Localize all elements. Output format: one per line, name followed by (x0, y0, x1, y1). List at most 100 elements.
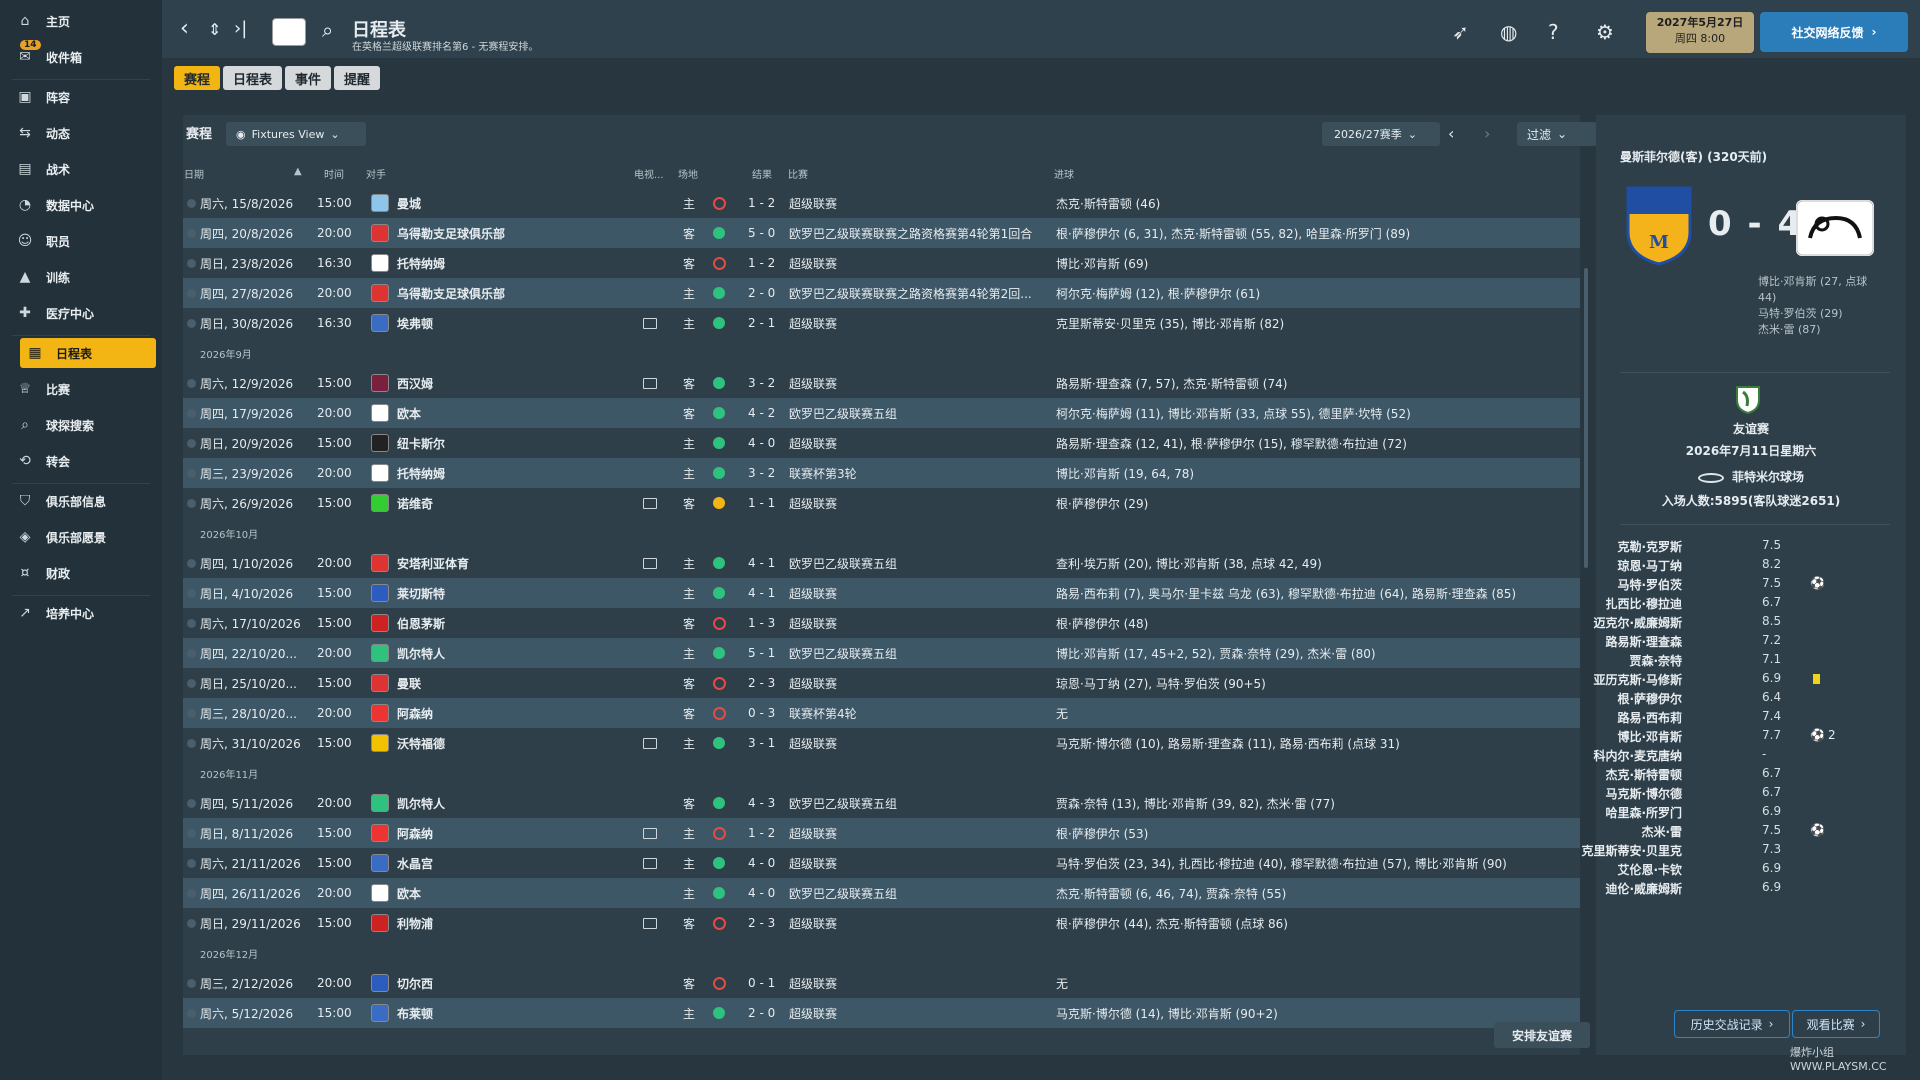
opponent-name[interactable]: 乌得勒支足球俱乐部 (397, 278, 505, 308)
fixture-competition[interactable]: 欧罗巴乙级联赛联赛之路资格赛第4轮第1回合 (789, 218, 1032, 248)
opponent-name[interactable]: 托特纳姆 (397, 458, 445, 488)
fixture-score[interactable]: 3 - 2 (748, 368, 775, 398)
opponent-crest-icon[interactable] (371, 398, 389, 428)
fixture-competition[interactable]: 超级联赛 (789, 818, 837, 848)
opponent-name[interactable]: 欧本 (397, 398, 421, 428)
row-check-icon[interactable] (187, 578, 196, 608)
opponent-crest-icon[interactable] (371, 638, 389, 668)
row-check-icon[interactable] (187, 308, 196, 338)
prev-season-icon[interactable]: ‹ (1448, 124, 1454, 143)
fixture-competition[interactable]: 超级联赛 (789, 728, 837, 758)
opponent-crest-icon[interactable] (371, 908, 389, 938)
sidebar-item-7[interactable]: ☺ 职员 (0, 226, 178, 256)
opponent-crest-icon[interactable] (371, 488, 389, 518)
opponent-crest-icon[interactable] (371, 968, 389, 998)
row-check-icon[interactable] (187, 908, 196, 938)
fixture-row[interactable]: 周六, 15/8/2026 15:00 曼城 主 1 - 2 超级联赛 杰克·斯特雷顿 (4… (183, 188, 1580, 218)
opponent-name[interactable]: 安塔利亚体育 (397, 548, 469, 578)
fixture-score[interactable]: 5 - 0 (748, 218, 775, 248)
fixture-score[interactable]: 2 - 3 (748, 908, 775, 938)
fixture-competition[interactable]: 欧罗巴乙级联赛五组 (789, 398, 897, 428)
player-name[interactable]: 琼恩·马丁纳 (1482, 557, 1682, 574)
fixture-row[interactable]: 周六, 21/11/2026 15:00 水晶宫 主 4 - 0 超级联赛 马特·罗伯茨 (… (183, 848, 1580, 878)
gear-icon[interactable]: ⚙ (1596, 20, 1614, 44)
fixture-row[interactable]: 周日, 20/9/2026 15:00 纽卡斯尔 主 4 - 0 超级联赛 路易斯·理查森 … (183, 428, 1580, 458)
fixture-score[interactable]: 2 - 0 (748, 278, 775, 308)
player-name[interactable]: 克勒·克罗斯 (1482, 538, 1682, 555)
fixture-score[interactable]: 4 - 2 (748, 398, 775, 428)
fixture-competition[interactable]: 超级联赛 (789, 998, 837, 1028)
fixture-score[interactable]: 4 - 1 (748, 548, 775, 578)
opponent-crest-icon[interactable] (371, 788, 389, 818)
player-name[interactable]: 亚历克斯·马修斯 (1482, 671, 1682, 688)
fixture-row[interactable]: 周四, 17/9/2026 20:00 欧本 客 4 - 2 欧罗巴乙级联赛五组 柯尔克·梅… (183, 398, 1580, 428)
opponent-crest-icon[interactable] (371, 218, 389, 248)
fixture-competition[interactable]: 超级联赛 (789, 428, 837, 458)
opponent-crest-icon[interactable] (371, 368, 389, 398)
opponent-crest-icon[interactable] (371, 578, 389, 608)
row-check-icon[interactable] (187, 998, 196, 1028)
help-icon[interactable]: ? (1548, 20, 1559, 44)
fixture-score[interactable]: 5 - 1 (748, 638, 775, 668)
fixture-row[interactable]: 周日, 30/8/2026 16:30 埃弗顿 主 2 - 1 超级联赛 克里斯蒂安·贝里克… (183, 308, 1580, 338)
fixture-row[interactable]: 周三, 28/10/20... 20:00 阿森纳 客 0 - 3 联赛杯第4轮 无 (183, 698, 1580, 728)
opponent-crest-icon[interactable] (371, 998, 389, 1028)
player-name[interactable]: 马特·罗伯茨 (1482, 576, 1682, 593)
opponent-name[interactable]: 诺维奇 (397, 488, 433, 518)
sidebar-item-8[interactable]: ▲ 训练 (0, 262, 178, 292)
fixture-score[interactable]: 4 - 0 (748, 428, 775, 458)
forward-icon[interactable]: ›| (234, 18, 247, 39)
opponent-crest-icon[interactable] (371, 818, 389, 848)
fixture-competition[interactable]: 欧罗巴乙级联赛联赛之路资格赛第4轮第2回... (789, 278, 1032, 308)
fixture-score[interactable]: 2 - 0 (748, 998, 775, 1028)
opponent-name[interactable]: 布莱顿 (397, 998, 433, 1028)
tab-fixtures[interactable]: 赛程 (174, 66, 221, 90)
sidebar-item-10[interactable]: ▦ 日程表 (20, 338, 156, 368)
fixture-competition[interactable]: 超级联赛 (789, 368, 837, 398)
next-season-icon[interactable]: › (1484, 124, 1490, 143)
fixture-score[interactable]: 1 - 2 (748, 818, 775, 848)
fixture-row[interactable]: 周日, 4/10/2026 15:00 莱切斯特 主 4 - 1 超级联赛 路易·西布莉 (… (183, 578, 1580, 608)
row-check-icon[interactable] (187, 398, 196, 428)
sidebar-item-6[interactable]: ◔ 数据中心 (0, 190, 178, 220)
row-check-icon[interactable] (187, 218, 196, 248)
tab-calendar[interactable]: 日程表 (223, 66, 283, 90)
fixture-score[interactable]: 1 - 2 (748, 248, 775, 278)
opponent-name[interactable]: 纽卡斯尔 (397, 428, 445, 458)
opponent-crest-icon[interactable] (371, 698, 389, 728)
fixture-row[interactable]: 周日, 29/11/2026 15:00 利物浦 客 2 - 3 超级联赛 根·萨穆伊尔 (… (183, 908, 1580, 938)
fixture-row[interactable]: 周六, 12/9/2026 15:00 西汉姆 客 3 - 2 超级联赛 路易斯·理查森 (… (183, 368, 1580, 398)
row-check-icon[interactable] (187, 278, 196, 308)
row-check-icon[interactable] (187, 458, 196, 488)
player-name[interactable]: 克里斯蒂安·贝里克 (1482, 842, 1682, 859)
away-team-crest-icon[interactable] (1796, 200, 1874, 256)
opponent-name[interactable]: 沃特福德 (397, 728, 445, 758)
row-check-icon[interactable] (187, 428, 196, 458)
player-name[interactable]: 马克斯·博尔德 (1482, 785, 1682, 802)
sidebar-item-2[interactable]: ✉ 收件箱 14 (0, 40, 178, 72)
filter-button[interactable]: 过滤 ⌄ (1517, 122, 1597, 146)
fixture-row[interactable]: 周三, 2/12/2026 20:00 切尔西 客 0 - 1 超级联赛 无 (183, 968, 1580, 998)
fixture-competition[interactable]: 超级联赛 (789, 578, 837, 608)
row-check-icon[interactable] (187, 878, 196, 908)
fixture-row[interactable]: 周四, 5/11/2026 20:00 凯尔特人 客 4 - 3 欧罗巴乙级联赛五组 贾森·… (183, 788, 1580, 818)
game-date-button[interactable]: 2027年5月27日 周四 8:00 (1646, 12, 1754, 53)
row-check-icon[interactable] (187, 368, 196, 398)
sidebar-item-4[interactable]: ⇆ 动态 (0, 118, 178, 148)
opponent-crest-icon[interactable] (371, 668, 389, 698)
opponent-crest-icon[interactable] (371, 428, 389, 458)
season-dropdown[interactable]: 2026/27赛季 ⌄ (1322, 122, 1440, 146)
sidebar-item-3[interactable]: ▣ 阵容 (0, 82, 178, 112)
tab-reminders[interactable]: 提醒 (334, 66, 381, 90)
row-check-icon[interactable] (187, 968, 196, 998)
row-check-icon[interactable] (187, 668, 196, 698)
opponent-name[interactable]: 曼联 (397, 668, 421, 698)
opponent-name[interactable]: 托特纳姆 (397, 248, 445, 278)
fixture-competition[interactable]: 欧罗巴乙级联赛五组 (789, 638, 897, 668)
row-check-icon[interactable] (187, 788, 196, 818)
watch-match-button[interactable]: 观看比赛 › (1792, 1010, 1880, 1038)
column-tv[interactable]: 电视... (634, 166, 664, 181)
column-opponent[interactable]: 对手 (366, 166, 386, 181)
social-feedback-button[interactable]: 社交网络反馈 › (1760, 12, 1908, 52)
column-competition[interactable]: 比赛 (788, 166, 808, 181)
